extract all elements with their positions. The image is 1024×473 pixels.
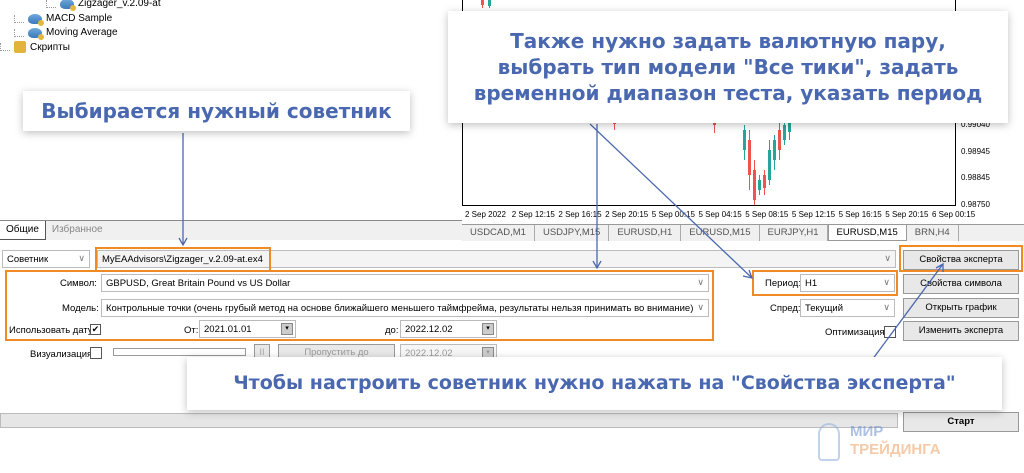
callout-choose-expert: Выбирается нужный советник — [23, 91, 410, 131]
callout-expert-properties: Чтобы настроить советник нужно нажать на… — [187, 357, 1002, 410]
callout-text: Также нужно задать валютную пару, — [510, 29, 946, 53]
callout-text: временной диапазон теста, указать период — [473, 81, 983, 105]
callout-text: Чтобы настроить советник нужно нажать на… — [233, 372, 956, 395]
arrow-to-properties-button — [871, 263, 944, 361]
callout-settings: Также нужно задать валютную пару, выбрат… — [448, 11, 1008, 123]
callout-text: Выбирается нужный советник — [41, 99, 392, 123]
arrow-to-period — [589, 123, 753, 279]
callout-text: выбрать тип модели "Все тики", задать — [497, 55, 959, 79]
